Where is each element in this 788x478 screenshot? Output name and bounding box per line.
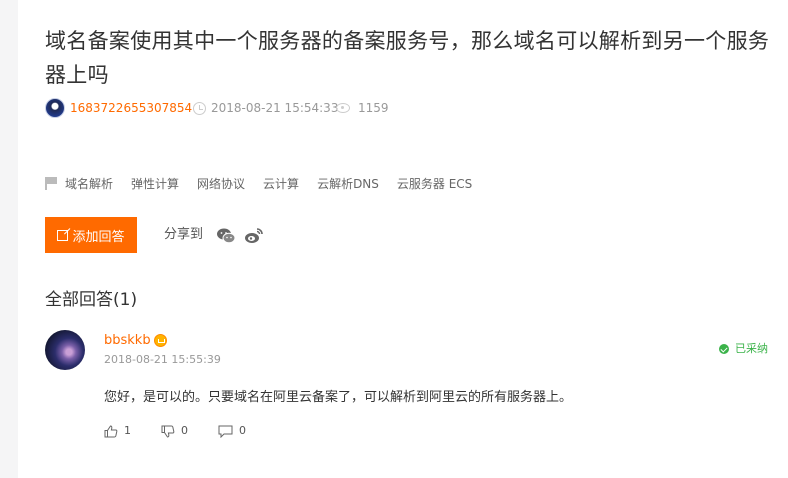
thumb-down-icon: [161, 425, 175, 438]
question-time: 2018-08-21 15:54:33: [211, 101, 339, 115]
comment-count: 0: [239, 424, 246, 437]
answer-content: 您好，是可以的。只要域名在阿里云备案了，可以解析到阿里云的所有服务器上。: [104, 390, 573, 405]
clock-icon: [193, 102, 206, 115]
like-button[interactable]: 1: [104, 423, 131, 439]
tag-item[interactable]: 弹性计算: [131, 174, 179, 194]
tag-item[interactable]: 云解析DNS: [317, 174, 379, 194]
wechat-icon[interactable]: [216, 227, 236, 249]
check-icon: [719, 344, 729, 354]
thumb-up-icon: [104, 424, 118, 437]
eye-icon: [336, 103, 350, 113]
weibo-icon[interactable]: [244, 227, 264, 249]
tag-item[interactable]: 云服务器 ECS: [397, 174, 472, 194]
answerer-name[interactable]: bbskkb: [104, 332, 151, 350]
adopted-status: 已采纳: [719, 341, 768, 357]
question-card: 域名备案使用其中一个服务器的备案服务号，那么域名可以解析到另一个服务器上吗 16…: [18, 0, 788, 478]
tag-item[interactable]: 云计算: [263, 174, 299, 194]
answer-time: 2018-08-21 15:55:39: [104, 353, 221, 366]
asker-avatar[interactable]: [45, 98, 65, 118]
asker-name[interactable]: 1683722655307854: [70, 97, 192, 119]
view-count: 1159: [358, 101, 389, 115]
dislike-button[interactable]: 0: [161, 423, 188, 439]
verified-badge-icon: [154, 334, 167, 347]
tag-list: 域名解析 弹性计算 网络协议 云计算 云解析DNS 云服务器 ECS: [65, 174, 490, 194]
tag-item[interactable]: 域名解析: [65, 174, 113, 194]
adopted-label: 已采纳: [735, 342, 768, 355]
add-answer-label: 添加回答: [72, 229, 125, 245]
dislike-count: 0: [181, 424, 188, 437]
like-count: 1: [124, 424, 131, 437]
answerer-avatar[interactable]: [45, 330, 85, 370]
edit-icon: [57, 229, 69, 241]
comment-icon: [218, 425, 233, 438]
add-answer-button[interactable]: 添加回答: [45, 217, 137, 253]
comment-button[interactable]: 0: [218, 423, 246, 439]
question-title: 域名备案使用其中一个服务器的备案服务号，那么域名可以解析到另一个服务器上吗: [45, 29, 770, 87]
tag-flag-icon: [45, 177, 58, 190]
answers-header: 全部回答(1): [45, 290, 138, 310]
tag-item[interactable]: 网络协议: [197, 174, 245, 194]
share-label: 分享到: [164, 227, 204, 242]
